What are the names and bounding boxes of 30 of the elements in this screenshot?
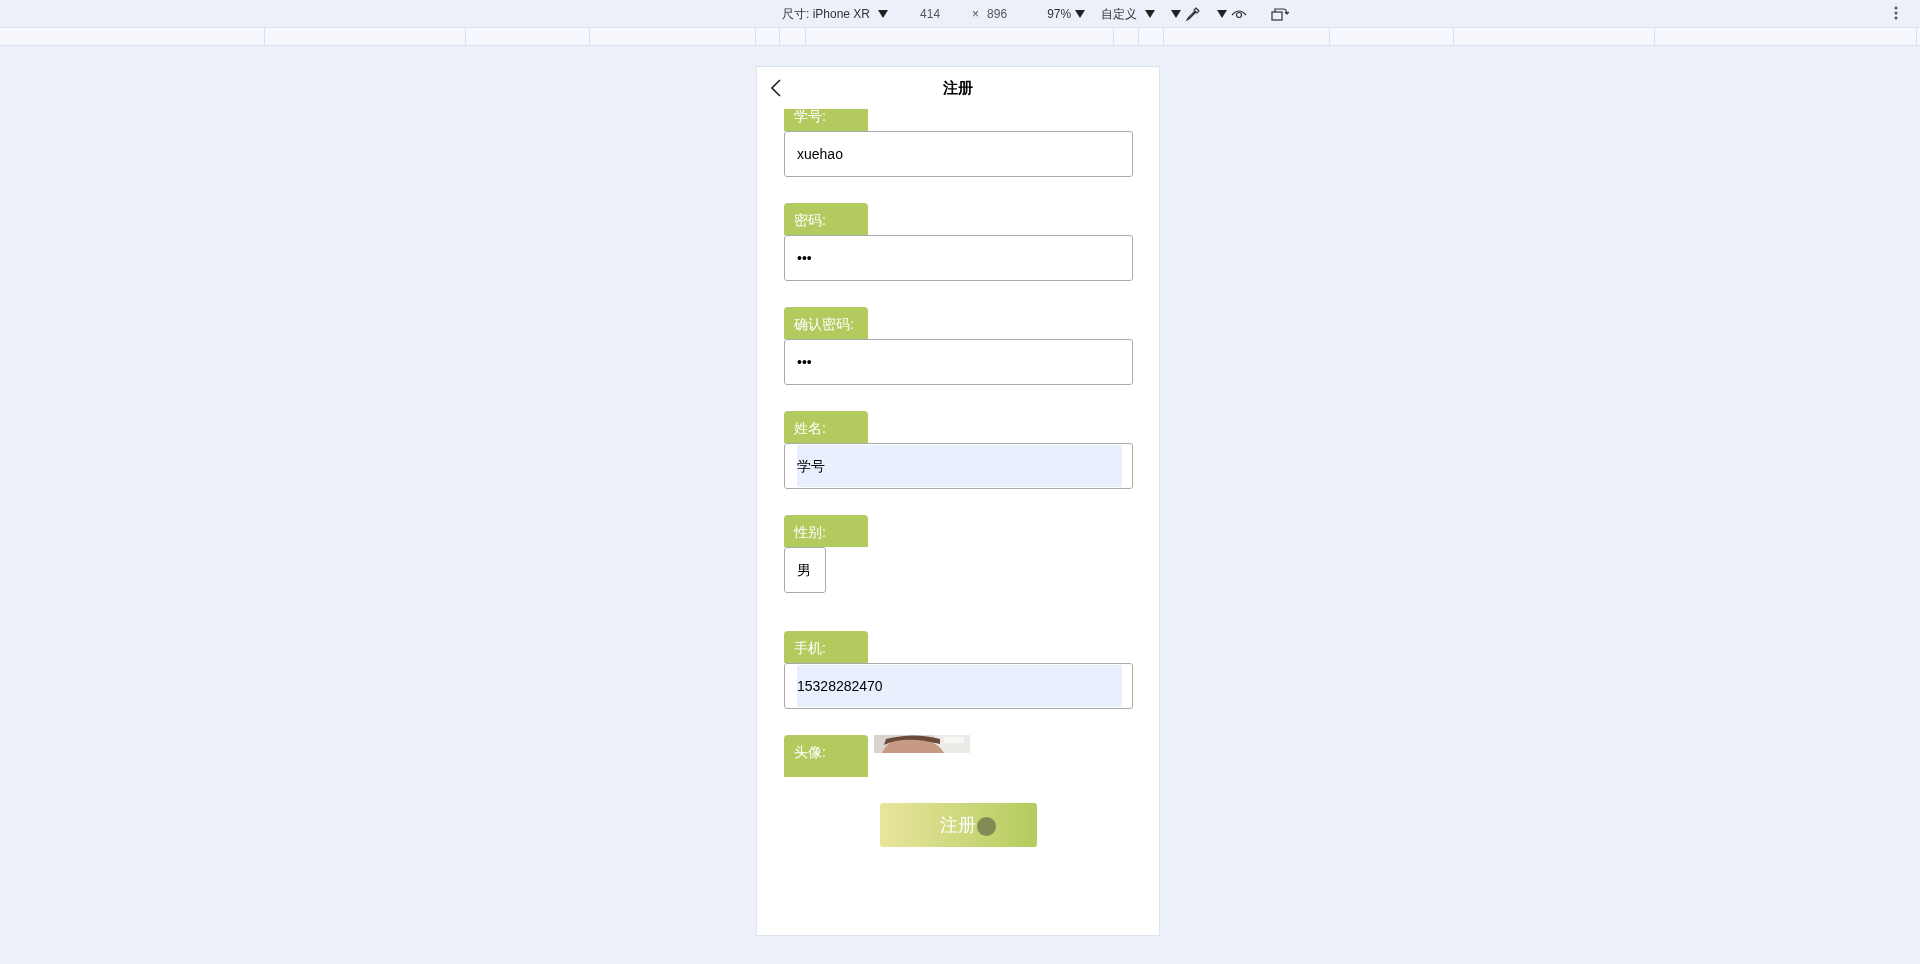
field-label: 密码: bbox=[784, 203, 868, 235]
device-label[interactable]: 尺寸: iPhone XR bbox=[782, 4, 871, 23]
field-label: 学号: bbox=[784, 109, 868, 131]
times-sign: × bbox=[972, 5, 980, 23]
caret-icon[interactable] bbox=[1171, 9, 1182, 18]
input-field[interactable]: ••• bbox=[784, 235, 1133, 281]
input-field[interactable]: ••• bbox=[784, 339, 1133, 385]
zoom-value[interactable]: 97% bbox=[1047, 4, 1072, 23]
more-icon[interactable] bbox=[1894, 6, 1898, 20]
field-label: 确认密码: bbox=[784, 307, 868, 339]
caret-icon[interactable] bbox=[878, 9, 889, 18]
field-label: 头像: bbox=[784, 735, 868, 777]
gender-select[interactable]: 男 bbox=[784, 547, 826, 593]
field-label: 性别: bbox=[784, 515, 868, 547]
field-label: 手机: bbox=[784, 631, 868, 663]
input-field[interactable]: 学号 bbox=[784, 443, 1133, 489]
input-field[interactable]: xuehao bbox=[784, 131, 1133, 177]
eyedropper-icon[interactable] bbox=[1185, 5, 1202, 22]
caret-icon[interactable] bbox=[1145, 9, 1156, 18]
rotate-icon[interactable] bbox=[1271, 6, 1290, 21]
throttling-value[interactable]: 自定义 bbox=[1101, 4, 1138, 23]
page-title: 注册 bbox=[943, 77, 973, 98]
height-value[interactable]: 896 bbox=[987, 4, 1008, 23]
caret-icon[interactable] bbox=[1217, 9, 1228, 18]
field-label: 姓名: bbox=[784, 411, 868, 443]
width-value[interactable]: 414 bbox=[920, 4, 941, 23]
input-field[interactable]: 15328282470 bbox=[784, 663, 1133, 709]
caret-icon[interactable] bbox=[1075, 9, 1086, 18]
back-icon[interactable] bbox=[771, 79, 781, 97]
eye-icon[interactable] bbox=[1231, 7, 1248, 20]
